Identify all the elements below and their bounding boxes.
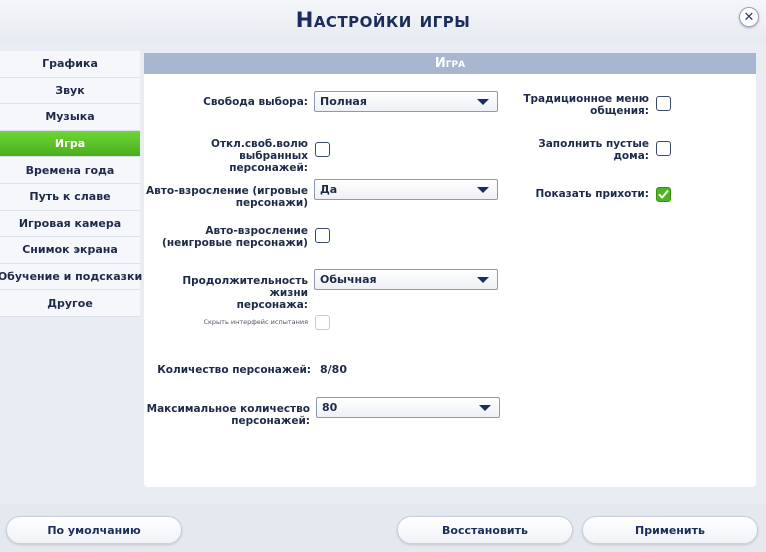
sidebar-item-path-to-fame[interactable]: Путь к славе (0, 183, 140, 211)
dialog-footer: По умолчанию Восстановить Применить (0, 504, 766, 552)
free-will-value: Полная (320, 95, 367, 108)
auto-aging-played-label: Авто-взросление (игровые персонажи) (146, 185, 308, 209)
restore-button[interactable]: Восстановить (397, 516, 573, 544)
dialog-title: Настройки игры (295, 8, 471, 32)
auto-aging-played-value: Да (320, 183, 338, 196)
max-sims-value: 80 (322, 401, 338, 414)
sidebar-item-sound[interactable]: Звук (0, 77, 140, 105)
sim-count-value: 8/80 (320, 363, 347, 376)
sim-count-label: Количество персонажей: (157, 364, 311, 376)
chevron-down-icon (477, 187, 489, 193)
free-will-label: Свобода выбора: (203, 96, 308, 108)
classic-menu-label: Традиционное меню общения: (523, 93, 649, 117)
sidebar-item-graphics[interactable]: Графика (0, 51, 140, 78)
chevron-down-icon (477, 99, 489, 105)
disable-free-will-label: Откл.своб.волю выбранных персонажей: (211, 138, 308, 174)
sidebar-item-camera[interactable]: Игровая камера (0, 210, 140, 238)
settings-sidebar: Графика Звук Музыка Игра Времена года Пу… (0, 51, 142, 317)
panel-title: Игра (144, 53, 756, 74)
checkmark-icon (658, 190, 669, 199)
lifespan-dropdown[interactable]: Обычная (314, 269, 498, 290)
max-sims-label: Максимальное количество персонажей: (146, 403, 310, 427)
classic-menu-checkbox[interactable] (656, 96, 671, 111)
lifespan-value: Обычная (320, 273, 377, 286)
fill-empty-houses-label: Заполнить пустые дома: (538, 138, 649, 162)
hide-challenge-ui-label: Скрыть интерфейс испытания (203, 318, 308, 326)
game-settings-panel: Игра Свобода выбора: Полная Откл.своб.во… (144, 53, 756, 487)
show-whims-label: Показать прихоти: (535, 188, 649, 200)
sidebar-item-music[interactable]: Музыка (0, 104, 140, 131)
auto-aging-unplayed-label: Авто-взросление (неигровые персонажи) (162, 225, 308, 249)
lifespan-label: Продолжительность жизни персонажа: (182, 275, 308, 311)
close-icon[interactable]: ✕ (739, 7, 759, 27)
chevron-down-icon (479, 405, 491, 411)
sidebar-item-tutorials[interactable]: Обучение и подсказки (0, 263, 142, 291)
auto-aging-played-dropdown[interactable]: Да (314, 179, 498, 200)
default-button[interactable]: По умолчанию (6, 516, 182, 544)
max-sims-dropdown[interactable]: 80 (316, 397, 500, 418)
chevron-down-icon (477, 277, 489, 283)
disable-free-will-checkbox[interactable] (315, 142, 330, 157)
free-will-dropdown[interactable]: Полная (314, 91, 498, 112)
auto-aging-unplayed-checkbox[interactable] (315, 228, 330, 243)
sidebar-item-screenshot[interactable]: Снимок экрана (0, 237, 140, 264)
sidebar-item-seasons[interactable]: Времена года (0, 157, 140, 184)
dialog-header: Настройки игры ✕ (0, 0, 766, 42)
hide-challenge-ui-checkbox[interactable] (315, 315, 330, 330)
fill-empty-houses-checkbox[interactable] (656, 141, 671, 156)
apply-button[interactable]: Применить (582, 516, 758, 544)
show-whims-checkbox[interactable] (656, 187, 671, 202)
sidebar-item-other[interactable]: Другое (0, 290, 140, 317)
sidebar-item-game[interactable]: Игра (0, 130, 140, 158)
